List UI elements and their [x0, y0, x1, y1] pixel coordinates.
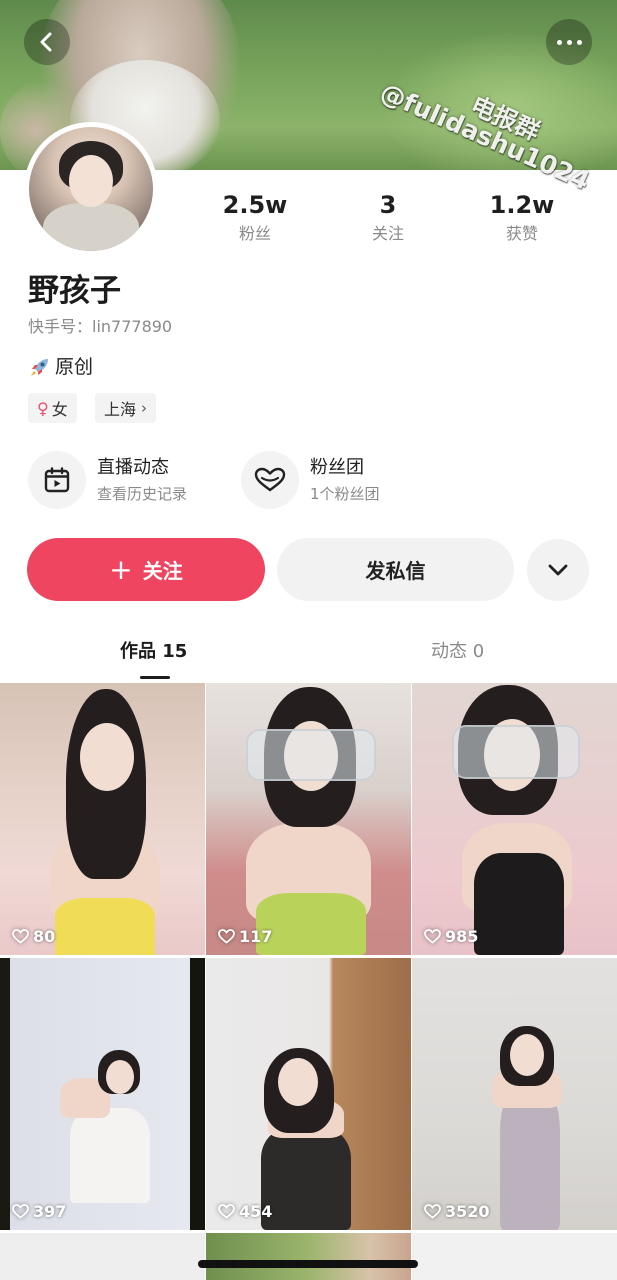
video-thumbnail[interactable]: 985	[412, 683, 617, 955]
send-message-label: 发私信	[365, 559, 426, 583]
video-thumbnail[interactable]: 397	[0, 958, 205, 1230]
video-thumbnail[interactable]: 117	[206, 683, 411, 955]
rocket-icon	[31, 359, 48, 376]
plus-icon: +	[109, 552, 133, 586]
stat-fans[interactable]: 2.5w 粉丝	[195, 190, 315, 246]
video-thumbnail[interactable]	[206, 1233, 411, 1280]
tab-works[interactable]: 作品 15	[120, 638, 187, 666]
video-thumbnail[interactable]	[412, 1233, 617, 1280]
profile-nickname: 野孩子	[28, 273, 121, 309]
heart-icon	[424, 1204, 441, 1219]
home-indicator[interactable]	[198, 1260, 418, 1268]
live-history-title: 直播动态	[97, 456, 169, 478]
following-count: 3	[379, 191, 397, 219]
more-actions-button[interactable]	[527, 539, 589, 601]
bio-text: 原创	[55, 356, 94, 378]
likes-count: 1.2w	[489, 191, 555, 219]
live-history-entry[interactable]: 直播动态 查看历史记录	[28, 450, 187, 510]
video-thumbnail[interactable]: 3520	[412, 958, 617, 1230]
more-dots-icon	[554, 39, 584, 45]
calendar-play-icon	[44, 467, 70, 493]
video-thumbnail[interactable]	[0, 1233, 205, 1280]
follow-label: 关注	[142, 559, 183, 583]
account-id[interactable]: 快手号：lin777890	[28, 316, 172, 338]
active-tab-indicator	[140, 676, 170, 679]
gender-tag: ♀ 女	[28, 393, 77, 423]
like-count: 3520	[445, 1202, 490, 1221]
fan-group-title: 粉丝团	[310, 456, 364, 478]
like-count: 454	[239, 1202, 273, 1221]
follow-button[interactable]: + 关注	[27, 538, 265, 601]
heart-icon	[12, 929, 29, 944]
fans-count: 2.5w	[222, 191, 288, 219]
tab-moments[interactable]: 动态 0	[431, 638, 484, 666]
fan-group-subtitle: 1个粉丝团	[310, 484, 380, 503]
stat-likes[interactable]: 1.2w 获赞	[462, 190, 582, 246]
video-like-count: 3520	[424, 1202, 490, 1221]
fans-label: 粉丝	[238, 224, 271, 243]
stat-following[interactable]: 3 关注	[328, 190, 448, 246]
like-count: 80	[33, 927, 56, 946]
chevron-right-icon: ›	[141, 399, 148, 417]
avatar[interactable]	[24, 122, 158, 256]
profile-bio: 原创	[28, 353, 93, 381]
gender-label: 女	[51, 400, 68, 419]
video-like-count: 117	[218, 927, 272, 946]
video-thumbnail[interactable]: 454	[206, 958, 411, 1230]
following-label: 关注	[371, 224, 404, 243]
video-like-count: 985	[424, 927, 478, 946]
fan-group-entry[interactable]: 粉丝团 1个粉丝团	[241, 450, 380, 510]
video-like-count: 80	[12, 927, 55, 946]
likes-label: 获赞	[505, 224, 538, 243]
heart-icon	[12, 1204, 29, 1219]
city-label: 上海	[104, 400, 137, 419]
like-count: 117	[239, 927, 273, 946]
heart-icon	[424, 929, 441, 944]
video-like-count: 454	[218, 1202, 272, 1221]
like-count: 985	[445, 927, 479, 946]
video-like-count: 397	[12, 1202, 66, 1221]
send-message-button[interactable]: 发私信	[277, 538, 514, 601]
heart-icon	[218, 1204, 235, 1219]
like-count: 397	[33, 1202, 67, 1221]
city-tag[interactable]: 上海 ›	[95, 393, 157, 423]
chevron-left-icon	[40, 32, 52, 52]
chevron-down-icon	[548, 564, 568, 576]
more-options-button[interactable]	[546, 19, 592, 65]
female-icon: ♀	[37, 398, 49, 418]
back-button[interactable]	[24, 19, 70, 65]
video-thumbnail[interactable]: 80	[0, 683, 205, 955]
heart-outline-icon	[254, 467, 286, 492]
heart-icon	[218, 929, 235, 944]
live-history-subtitle: 查看历史记录	[97, 484, 188, 503]
